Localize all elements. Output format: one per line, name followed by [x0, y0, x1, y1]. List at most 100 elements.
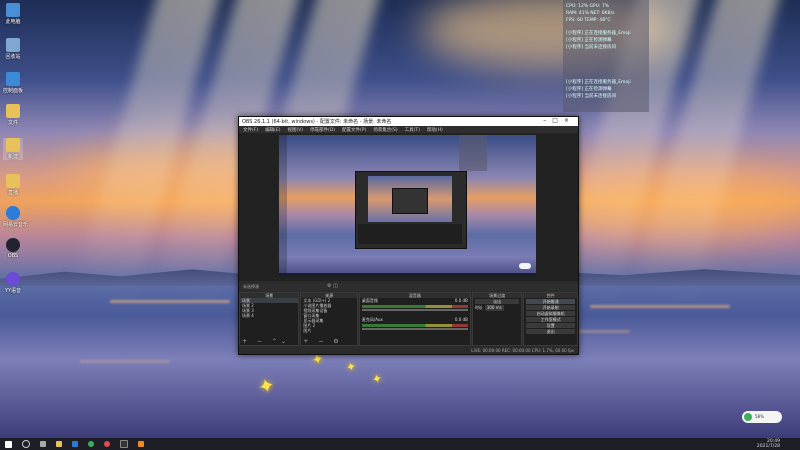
start-streaming-button[interactable]: 开始推流 — [526, 299, 576, 304]
file-explorer-icon[interactable] — [56, 441, 62, 447]
desktop-icon-label: 回收站 — [5, 54, 21, 60]
app-icon[interactable] — [138, 441, 144, 447]
app-icon[interactable] — [88, 441, 94, 447]
nested-monitor-overlay — [459, 135, 487, 171]
start-icon[interactable] — [5, 440, 12, 448]
volume-slider[interactable] — [361, 309, 468, 311]
transitions-dock: 场景过渡 淡出 时长 300 ms — [471, 292, 523, 346]
monitor-row: [小程序] 正在连接服务器_Emoji — [566, 80, 631, 85]
obs-menu-bar: 文件(F) 编辑(E) 视图(V) 停靠部件(D) 配置文件(P) 场景集合(S… — [239, 126, 578, 133]
properties-icon[interactable]: ⚙ ◫ — [327, 283, 338, 289]
badge-text: 58% — [755, 414, 764, 419]
desktop-icon[interactable]: 回收站 — [3, 38, 23, 60]
desktop-icon[interactable]: 控制面板 — [3, 72, 23, 94]
desktop-icon[interactable]: 直播 — [3, 174, 23, 196]
voice-app-icon — [6, 272, 20, 286]
bird-icon: ✦ — [370, 370, 384, 388]
desktop-icon[interactable]: 网易云音乐 — [3, 206, 29, 228]
virtual-camera-button[interactable]: 启动虚拟摄像机 — [526, 311, 576, 316]
source-toolbar[interactable]: + − ⚙ ⌃⌄ — [301, 338, 356, 345]
menu-tools[interactable]: 工具(T) — [405, 127, 420, 133]
bird-icon: ✦ — [255, 372, 278, 400]
no-source-label: 未选择源 — [243, 284, 259, 289]
nested-badge — [519, 263, 531, 269]
folder-icon — [6, 104, 20, 118]
mixer-track: 桌面音频 0.0 dB — [360, 298, 470, 304]
menu-edit[interactable]: 编辑(E) — [265, 127, 280, 133]
volume-slider[interactable] — [361, 328, 468, 330]
desktop-icon-label: 新建 — [7, 154, 18, 160]
nested-docks — [358, 224, 462, 244]
monitor-row: RAM: 41% NET: 6KB/s — [566, 11, 615, 16]
water-reflection — [80, 360, 170, 363]
transition-select[interactable]: 淡出 — [474, 299, 520, 304]
window-title: OBS 26.1.1 (64-bit, windows) - 配置文件: 未命名… — [242, 119, 392, 125]
track-name: 麦克风/Aux — [361, 317, 383, 322]
desktop-icon[interactable]: 文件 — [3, 104, 23, 126]
obs-title-bar[interactable]: OBS 26.1.1 (64-bit, windows) - 配置文件: 未命名… — [239, 117, 578, 126]
sources-dock: 来源 文本 (GDI+) 2 小说图片播放器 视频采集设备 窗口采集 显示器采集… — [300, 292, 358, 346]
duration-row: 时长 300 ms — [473, 305, 522, 311]
menu-scene-collection[interactable]: 场景集合(S) — [373, 127, 397, 133]
nested-obs-window — [355, 171, 467, 249]
menu-help[interactable]: 帮助(H) — [427, 127, 443, 133]
folder-icon — [6, 138, 20, 152]
desktop-icon-label: 网易云音乐 — [3, 222, 29, 228]
desktop-icon-label: YY语音 — [4, 288, 22, 294]
status-dot-icon — [744, 413, 752, 421]
mixer-dock: 混音器 桌面音频 0.0 dB 麦克风/Aux 0.0 dB — [358, 292, 471, 346]
source-item[interactable]: 图片 — [301, 328, 356, 333]
desktop-icon[interactable]: 新建 — [3, 138, 23, 160]
settings-button[interactable]: 设置 — [526, 323, 576, 328]
control-panel-icon — [6, 72, 20, 86]
desktop-icon-label: 此电脑 — [5, 19, 21, 25]
desktop-icon[interactable]: 此电脑 — [3, 3, 23, 25]
monitor-row: [小程序] 当前未连接房间 — [566, 45, 616, 50]
desktop-icon[interactable]: OBS — [3, 238, 23, 259]
volume-meter — [361, 324, 468, 327]
menu-docks[interactable]: 停靠部件(D) — [310, 127, 335, 133]
obs-window[interactable]: OBS 26.1.1 (64-bit, windows) - 配置文件: 未命名… — [238, 116, 579, 355]
desktop-icon-label: 控制面板 — [3, 88, 24, 94]
music-app-icon — [6, 206, 20, 220]
mixer-track: 麦克风/Aux 0.0 dB — [360, 317, 470, 323]
track-name: 桌面音频 — [361, 298, 378, 303]
exit-button[interactable]: 退出 — [526, 329, 576, 334]
obs-docks: 场景 场景 场景 2 场景 3 场景 4 + − ⌃⌄ 来源 文本 (GDI+)… — [239, 292, 579, 346]
menu-view[interactable]: 视图(V) — [287, 127, 303, 133]
water-reflection — [110, 300, 230, 303]
controls-dock: 控件 开始推流 开始录制 启动虚拟摄像机 工作室模式 设置 退出 — [523, 292, 579, 346]
folder-icon — [6, 174, 20, 188]
bird-icon: ✦ — [344, 358, 358, 376]
desktop-icon-label: OBS — [7, 253, 19, 259]
preview-canvas[interactable] — [279, 135, 536, 277]
monitor-row: CPU: 12% GPU: 7% — [566, 4, 610, 9]
recycle-bin-icon — [6, 38, 20, 52]
monitor-row: FPS: 60 TEMP: 48°C — [566, 18, 611, 23]
nested-taskbar — [279, 273, 536, 277]
menu-profile[interactable]: 配置文件(P) — [342, 127, 366, 133]
clock[interactable]: 20:49 2021/7/28 — [757, 439, 800, 449]
obs-preview-area[interactable] — [239, 133, 578, 281]
start-recording-button[interactable]: 开始录制 — [526, 305, 576, 310]
obs-app-icon — [6, 238, 20, 252]
duration-input[interactable]: 300 ms — [484, 305, 504, 311]
obs-taskbar-icon[interactable] — [120, 440, 128, 448]
task-view-icon[interactable] — [40, 441, 46, 447]
search-icon[interactable] — [22, 440, 30, 448]
track-db: 0.0 dB — [454, 298, 468, 303]
clock-date: 2021/7/28 — [756, 444, 780, 449]
scene-item[interactable]: 场景 4 — [240, 313, 298, 318]
nested-desktop-icons — [279, 135, 287, 275]
window-controls[interactable]: –□× — [543, 117, 575, 124]
menu-file[interactable]: 文件(F) — [243, 127, 258, 133]
scene-toolbar[interactable]: + − ⌃⌄ — [240, 338, 298, 345]
network-badge[interactable]: 58% — [742, 411, 782, 423]
volume-meter — [361, 305, 468, 308]
desktop-icon[interactable]: YY语音 — [3, 272, 23, 294]
app-icon[interactable] — [104, 441, 110, 447]
desktop-icon-label: 直播 — [7, 190, 18, 196]
studio-mode-button[interactable]: 工作室模式 — [526, 317, 576, 322]
computer-icon — [6, 3, 20, 17]
browser-icon[interactable] — [72, 441, 78, 447]
